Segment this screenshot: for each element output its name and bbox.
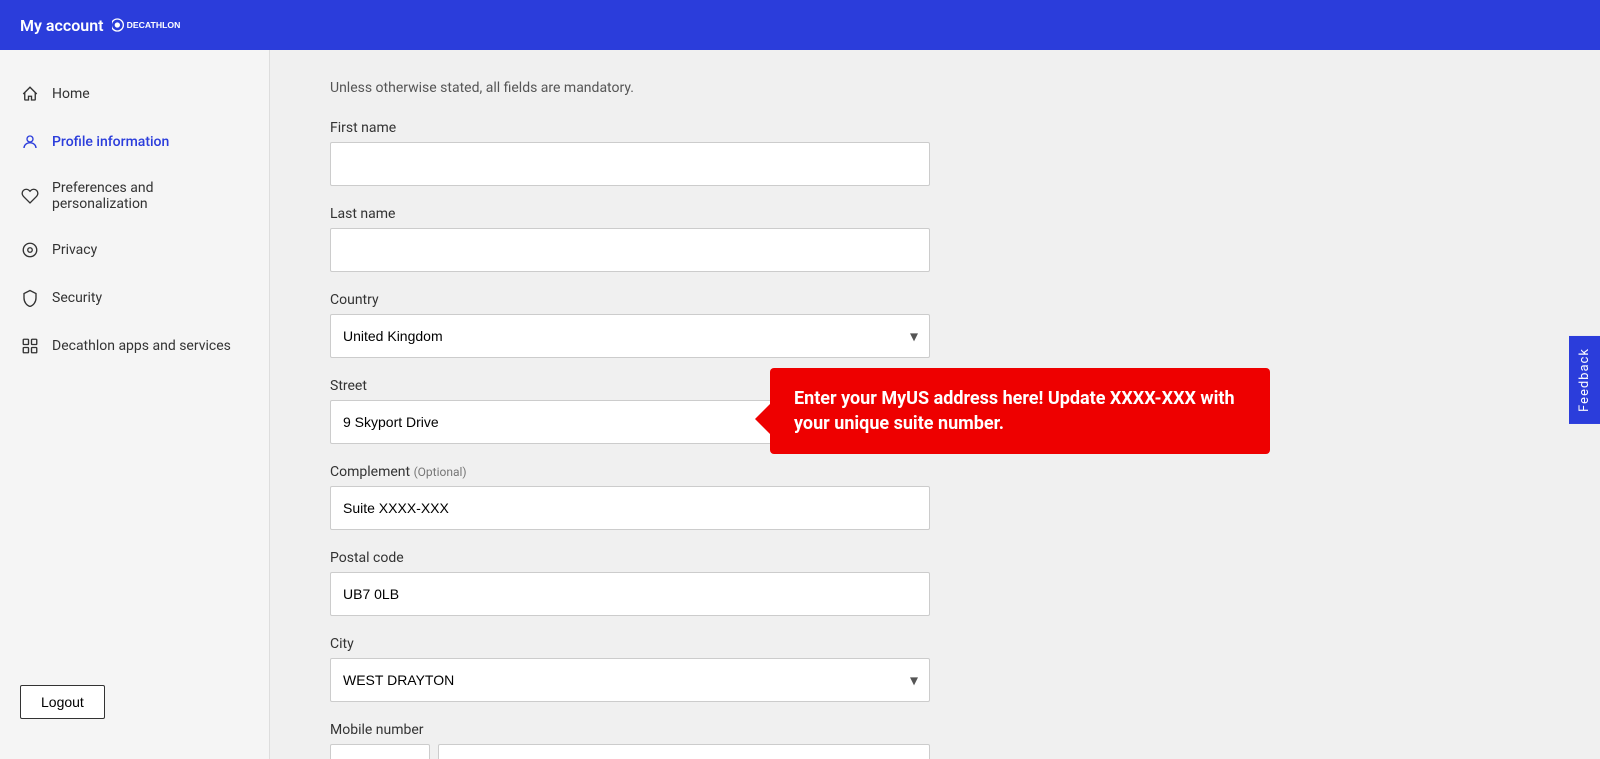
complement-group: Complement (Optional)	[330, 464, 1540, 530]
svg-text:DECATHLON: DECATHLON	[126, 20, 180, 30]
postal-code-group: Postal code	[330, 550, 1540, 616]
sidebar-item-preferences[interactable]: Preferences and personalization	[0, 166, 269, 226]
feedback-label: Feedback	[1577, 348, 1592, 412]
country-select[interactable]: United Kingdom France Germany Spain Ital…	[330, 314, 930, 358]
main-layout: Home Profile information Preference	[0, 50, 1600, 759]
sidebar-label-apps: Decathlon apps and services	[52, 338, 231, 354]
postal-code-label: Postal code	[330, 550, 1540, 566]
sidebar-label-home: Home	[52, 86, 90, 102]
last-name-input[interactable]	[330, 228, 930, 272]
logout-area: Logout	[0, 665, 269, 739]
city-select-wrapper: WEST DRAYTON LONDON MANCHESTER ▾	[330, 658, 930, 702]
sidebar: Home Profile information Preference	[0, 50, 270, 759]
heart-icon	[20, 186, 40, 206]
header: My account DECATHLON	[0, 0, 1600, 50]
sidebar-item-profile[interactable]: Profile information	[0, 118, 269, 166]
city-group: City WEST DRAYTON LONDON MANCHESTER ▾	[330, 636, 1540, 702]
feedback-tab[interactable]: Feedback	[1569, 336, 1600, 424]
first-name-input[interactable]	[330, 142, 930, 186]
complement-input[interactable]	[330, 486, 930, 530]
mobile-row: +44 +1 +33 +49 +34 ▾	[330, 744, 930, 759]
postal-code-input[interactable]	[330, 572, 930, 616]
header-text: My account	[20, 16, 104, 35]
first-name-label: First name	[330, 120, 1540, 136]
decathlon-wordmark: DECATHLON	[112, 14, 192, 36]
phone-prefix-wrapper: +44 +1 +33 +49 +34 ▾	[330, 744, 430, 759]
sidebar-item-home[interactable]: Home	[0, 70, 269, 118]
main-content: Unless otherwise stated, all fields are …	[270, 50, 1600, 759]
sidebar-label-profile: Profile information	[52, 134, 169, 150]
sidebar-label-preferences: Preferences and personalization	[52, 180, 249, 212]
sidebar-label-security: Security	[52, 290, 102, 306]
header-title: My account DECATHLON	[20, 14, 192, 36]
street-group: Street Enter your MyUS address here! Upd…	[330, 378, 1540, 444]
tooltip-text: Enter your MyUS address here! Update XXX…	[794, 388, 1235, 434]
mobile-number-label: Mobile number	[330, 722, 1540, 738]
sidebar-item-privacy[interactable]: Privacy	[0, 226, 269, 274]
privacy-icon	[20, 240, 40, 260]
myus-tooltip: Enter your MyUS address here! Update XXX…	[770, 368, 1270, 454]
sidebar-nav: Home Profile information Preference	[0, 70, 269, 370]
first-name-group: First name	[330, 120, 1540, 186]
logout-button[interactable]: Logout	[20, 685, 105, 719]
country-group: Country United Kingdom France Germany Sp…	[330, 292, 1540, 358]
city-select[interactable]: WEST DRAYTON LONDON MANCHESTER	[330, 658, 930, 702]
city-label: City	[330, 636, 1540, 652]
sidebar-item-security[interactable]: Security	[0, 274, 269, 322]
complement-label: Complement (Optional)	[330, 464, 1540, 480]
user-icon	[20, 132, 40, 152]
form-note: Unless otherwise stated, all fields are …	[330, 80, 1540, 96]
decathlon-logo: DECATHLON	[112, 14, 192, 36]
last-name-label: Last name	[330, 206, 1540, 222]
last-name-group: Last name	[330, 206, 1540, 272]
apps-icon	[20, 336, 40, 356]
shield-icon	[20, 288, 40, 308]
phone-number-input[interactable]	[438, 744, 930, 759]
country-select-wrapper: United Kingdom France Germany Spain Ital…	[330, 314, 930, 358]
country-label: Country	[330, 292, 1540, 308]
mobile-number-group: Mobile number +44 +1 +33 +49 +34 ▾	[330, 722, 1540, 759]
complement-optional: (Optional)	[414, 465, 467, 479]
sidebar-item-decathlon-apps[interactable]: Decathlon apps and services	[0, 322, 269, 370]
sidebar-label-privacy: Privacy	[52, 242, 97, 258]
phone-prefix-select[interactable]: +44 +1 +33 +49 +34	[330, 744, 430, 759]
home-icon	[20, 84, 40, 104]
